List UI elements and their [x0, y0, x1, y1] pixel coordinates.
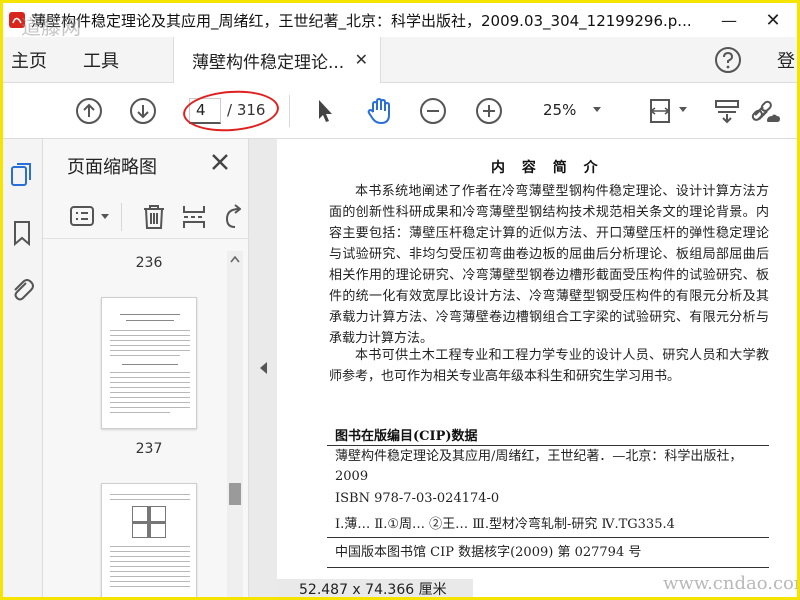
extract-page-button[interactable]	[181, 203, 207, 235]
toolbar-divider	[289, 95, 290, 127]
zoom-level-select[interactable]: 25%	[543, 101, 576, 119]
hand-tool-button[interactable]	[363, 95, 395, 127]
sign-in-link[interactable]: 登	[777, 47, 795, 73]
cursor-arrow-icon	[319, 100, 332, 122]
menu-tools[interactable]: 工具	[83, 47, 119, 73]
page-thumbnails-icon[interactable]	[8, 161, 36, 189]
bookmark-icon[interactable]	[8, 219, 36, 247]
read-mode-button[interactable]	[711, 95, 743, 127]
list-options-icon	[70, 206, 94, 226]
classification-line: Ⅰ.薄… Ⅱ.①周… ②王… Ⅲ.型材冷弯轧制-研究 Ⅳ.TG335.4	[335, 517, 675, 532]
hand-icon	[367, 97, 390, 125]
select-tool-button[interactable]	[309, 95, 341, 127]
thumbnail-page-number: 236	[135, 255, 163, 271]
fit-chevron-down-icon[interactable]	[679, 107, 687, 112]
rotate-page-button[interactable]	[221, 203, 241, 231]
app-window: 薄壁构件稳定理论及其应用_周绪红，王世纪著_北京：科学出版社，2009.03_3…	[0, 0, 800, 600]
link-cloud-icon	[751, 100, 780, 122]
isbn-line: ISBN 978-7-03-024174-0	[335, 491, 500, 506]
read-mode-icon	[715, 100, 739, 124]
thumbnail-options-button[interactable]	[69, 205, 95, 231]
close-icon: ✕	[765, 9, 781, 31]
section-heading: 内 容 简 介	[491, 160, 604, 176]
thumbnail-scrollbar-thumb[interactable]	[229, 483, 241, 505]
intro-paragraph-2: 本书可供土木工程专业和工程力学专业的设计人员、研究人员和大学教师参考，也可作为相…	[329, 348, 769, 384]
plus-circle-icon	[476, 98, 502, 124]
page-dimensions-status: 52.487 x 74.366 厘米	[277, 579, 473, 597]
scroll-up-arrow-icon[interactable]	[230, 255, 240, 263]
rotate-icon	[225, 204, 241, 228]
cip-book-entry: 薄壁构件稳定理论及其应用/周绪红，王世纪著．—北京：科学出版社，2009	[335, 449, 743, 484]
panel-close-icon[interactable]	[209, 151, 231, 173]
panel-splitter[interactable]	[249, 139, 277, 597]
thumbnail-page-237[interactable]	[101, 297, 197, 429]
options-chevron-down-icon[interactable]	[101, 214, 109, 219]
menu-bar: 主页 工具 薄壁构件稳定理论... ✕ 登	[3, 37, 797, 83]
trash-icon	[144, 205, 164, 229]
cip-record-line: 中国版本图书馆 CIP 数据核字(2009) 第 027794 号	[335, 545, 642, 560]
thumbnail-figure	[132, 506, 166, 538]
annotation-circle	[181, 87, 281, 135]
split-page-icon	[183, 206, 205, 228]
document-view: 内 容 简 介 本书系统地阐述了作者在冷弯薄壁型钢构件稳定理论、设计计算方法方面…	[277, 139, 797, 597]
thumbnail-page-number: 237	[135, 441, 163, 457]
share-link-button[interactable]	[749, 95, 781, 127]
tab-document[interactable]: 薄壁构件稳定理论... ✕	[173, 37, 381, 83]
cip-heading: 图书在版编目(CIP)数据	[335, 429, 478, 444]
arrow-down-circle-icon	[130, 98, 156, 124]
left-navigation-rail	[3, 139, 43, 597]
watermark-top: 道藤网	[21, 15, 81, 39]
delete-page-button[interactable]	[141, 203, 167, 235]
cip-middle-rule	[327, 537, 769, 538]
watermark-site: www.cndao.com	[663, 573, 800, 594]
fit-page-button[interactable]	[645, 95, 677, 127]
next-page-button[interactable]	[127, 95, 159, 127]
prev-page-button[interactable]	[73, 95, 105, 127]
thumbnail-toolbar	[43, 195, 249, 239]
fit-page-icon	[649, 99, 671, 123]
cip-bottom-rule	[327, 567, 769, 568]
zoom-out-button[interactable]	[417, 95, 449, 127]
toolbar: 4 / 316 25%	[3, 83, 797, 139]
panel-title: 页面缩略图	[67, 157, 157, 178]
close-window-button[interactable]: ✕	[753, 5, 793, 35]
intro-paragraph-1: 本书系统地阐述了作者在冷弯薄壁型钢构件稳定理论、设计计算方法方面的创新性科研成果…	[329, 184, 769, 346]
tab-document-label: 薄壁构件稳定理论...	[192, 52, 345, 73]
minimize-icon: —	[721, 10, 737, 30]
arrow-up-circle-icon	[76, 98, 102, 124]
minus-circle-icon	[420, 98, 446, 124]
thumbnail-page-238[interactable]	[101, 483, 197, 597]
thumbnails-panel: 页面缩略图 236 237	[43, 139, 249, 597]
help-icon[interactable]	[713, 45, 743, 75]
zoom-chevron-down-icon[interactable]	[593, 107, 601, 112]
thumb-tools-divider	[121, 203, 122, 231]
tab-close-icon[interactable]: ✕	[355, 50, 368, 69]
title-bar: 薄壁构件稳定理论及其应用_周绪红，王世纪著_北京：科学出版社，2009.03_3…	[3, 3, 797, 37]
menu-home[interactable]: 主页	[11, 47, 47, 73]
window-title: 薄壁构件稳定理论及其应用_周绪红，王世纪著_北京：科学出版社，2009.03_3…	[31, 11, 692, 30]
thumbnail-scrollbar-track[interactable]	[227, 251, 243, 597]
attachment-paperclip-icon[interactable]	[8, 275, 36, 303]
collapse-panel-arrow-icon[interactable]	[258, 361, 268, 375]
minimize-button[interactable]: —	[709, 5, 749, 35]
zoom-in-button[interactable]	[473, 95, 505, 127]
cip-top-rule	[327, 445, 769, 446]
